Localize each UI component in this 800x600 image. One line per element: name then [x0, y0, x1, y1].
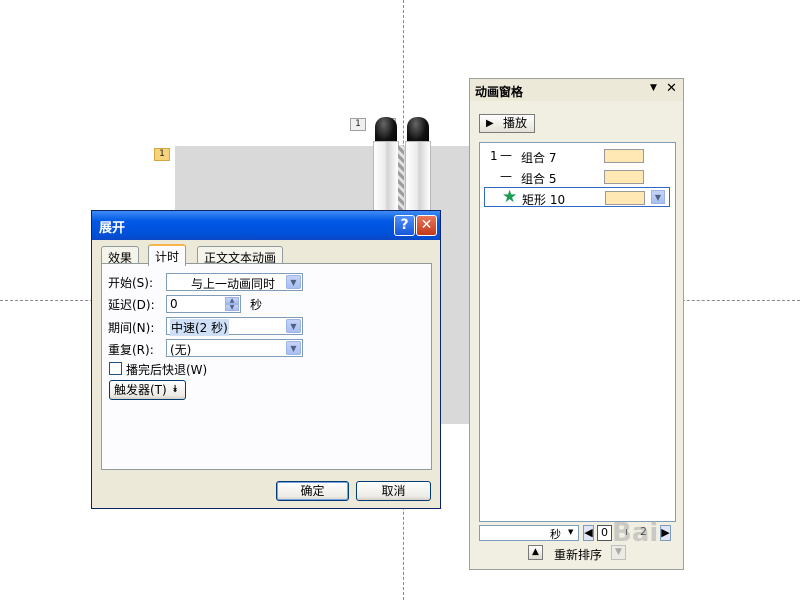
play-button[interactable]: ▶ 播放	[479, 114, 535, 133]
trigger-label: 触发器(T)	[114, 383, 167, 397]
timing-bar	[604, 170, 644, 184]
start-select-value: 与上一动画同时	[191, 277, 276, 291]
timing-tab-panel: 开始(S): 与上一动画同时 ▼ 延迟(D): 0 ▲ ▼ 秒 期间(N): 中…	[101, 263, 432, 470]
help-button[interactable]: ?	[394, 215, 415, 236]
slide-gray-rect-right	[441, 211, 470, 424]
chevron-down-icon[interactable]: ▼	[286, 275, 301, 289]
item-dash: —	[500, 148, 512, 162]
item-dash: —	[500, 169, 512, 183]
move-up-icon[interactable]: ▲	[528, 545, 543, 560]
timeline-next[interactable]: ▶	[660, 525, 671, 541]
delay-unit: 秒	[250, 298, 263, 312]
repeat-select[interactable]: (无) ▼	[166, 339, 303, 357]
chevron-down-icon[interactable]: ▼	[286, 319, 301, 333]
repeat-label: 重复(R):	[108, 343, 154, 357]
dialog-title-bar[interactable]: 展开 ? ✕	[92, 211, 440, 240]
trigger-button[interactable]: 触发器(T) ⯯	[109, 380, 186, 400]
timeline-unit-select[interactable]: 秒 ▼	[479, 525, 579, 541]
star-effect-icon: ★	[502, 187, 518, 207]
timeline-start: 0	[597, 525, 612, 541]
anim-order-tag[interactable]: 1	[350, 118, 366, 131]
anim-order-tag-selected[interactable]: 1	[154, 148, 170, 161]
pane-title: 动画窗格	[475, 85, 524, 99]
timing-bar	[604, 149, 644, 163]
delay-spinner[interactable]: 0 ▲ ▼	[166, 295, 241, 313]
item-name: 矩形 10	[522, 193, 566, 207]
pane-menu-icon[interactable]: ▼	[650, 83, 657, 93]
watermark-logo: Bai	[612, 518, 659, 548]
start-select[interactable]: 与上一动画同时 ▼	[166, 273, 303, 291]
item-name: 组合 5	[521, 172, 557, 186]
timeline-unit: 秒	[550, 528, 561, 541]
list-item[interactable]: 1 — 组合 7	[480, 146, 675, 166]
rewind-label: 播完后快退(W)	[126, 363, 208, 377]
period-label: 期间(N):	[108, 321, 155, 335]
list-item-selected[interactable]: ★ 矩形 10 ▼	[484, 187, 670, 207]
chevron-down-icon[interactable]: ▼	[286, 341, 301, 355]
close-button[interactable]: ✕	[416, 215, 437, 236]
list-item[interactable]: — 组合 5	[480, 167, 675, 187]
pane-header: 动画窗格 ▼ ✕	[470, 79, 683, 101]
chevron-down-icon[interactable]: ▼	[651, 190, 665, 204]
delay-label: 延迟(D):	[108, 298, 155, 312]
ok-button[interactable]: 确定	[276, 481, 349, 501]
delay-value: 0	[170, 297, 178, 311]
play-label: 播放	[503, 116, 528, 130]
effect-options-dialog: 展开 ? ✕ 效果 计时 正文文本动画 开始(S): 与上一动画同时 ▼ 延迟(…	[91, 210, 441, 509]
start-label: 开始(S):	[108, 276, 154, 290]
close-icon[interactable]: ✕	[666, 81, 677, 96]
item-order: 1	[490, 149, 498, 163]
spin-down-icon[interactable]: ▼	[225, 304, 239, 311]
animation-pane: 动画窗格 ▼ ✕ ▶ 播放 1 — 组合 7 — 组合 5 ★ 矩形 10 ▼ …	[469, 78, 684, 570]
period-select-value: 中速(2 秒)	[170, 319, 229, 336]
rewind-checkbox[interactable]	[109, 362, 122, 375]
rope-shape[interactable]	[398, 145, 404, 217]
tab-timing[interactable]: 计时	[148, 244, 187, 266]
animation-list: 1 — 组合 7 — 组合 5 ★ 矩形 10 ▼	[479, 142, 676, 522]
dialog-title: 展开	[99, 221, 126, 236]
repeat-select-value: (无)	[170, 343, 192, 357]
cancel-button[interactable]: 取消	[356, 481, 431, 501]
reorder-label: 重新排序	[554, 548, 603, 562]
chevron-down-icon: ▼	[568, 528, 574, 536]
double-chevron-down-icon: ⯯	[172, 384, 178, 395]
spin-up-icon[interactable]: ▲	[225, 297, 239, 304]
timeline-prev[interactable]: ◀	[583, 525, 594, 541]
item-name: 组合 7	[521, 151, 557, 165]
period-select[interactable]: 中速(2 秒) ▼	[166, 317, 303, 336]
timing-bar	[605, 191, 645, 205]
play-icon: ▶	[486, 118, 494, 129]
